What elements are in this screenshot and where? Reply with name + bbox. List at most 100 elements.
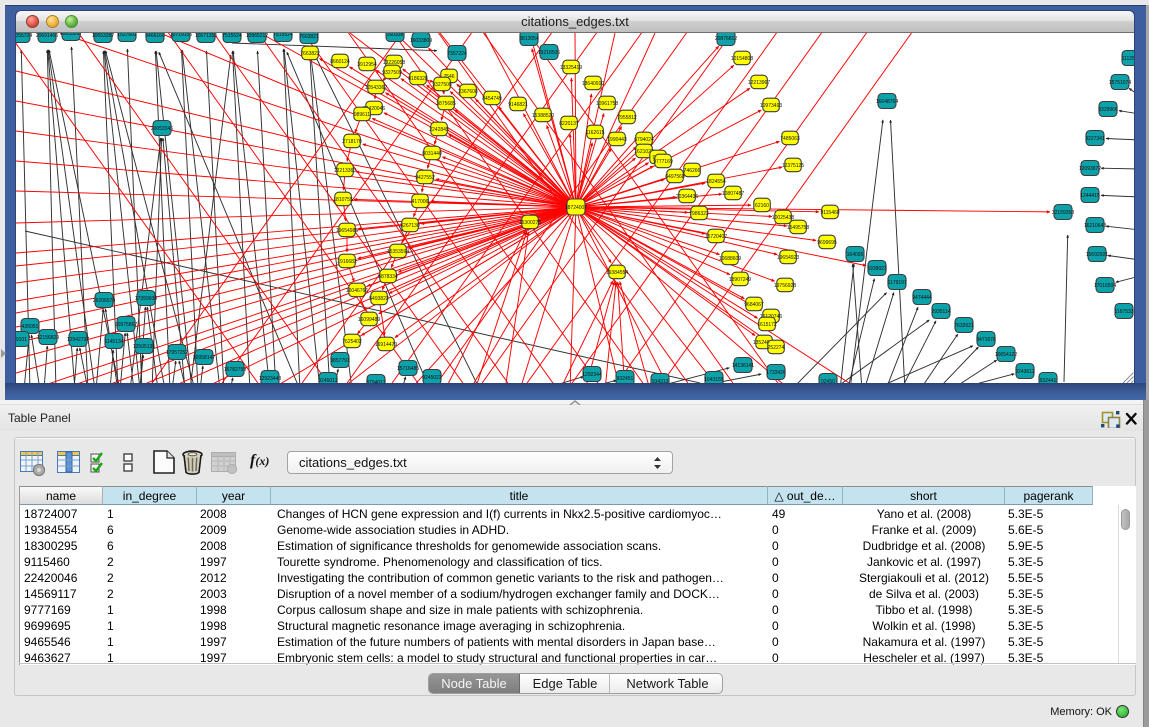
svg-text:3912954: 3912954 [357,62,377,68]
svg-text:12923448: 12923448 [259,376,281,382]
svg-text:6794024: 6794024 [634,137,654,143]
svg-text:9146821: 9146821 [508,102,528,108]
svg-text:9245012: 9245012 [318,378,338,383]
svg-text:62160: 62160 [755,203,769,209]
svg-text:9857791: 9857791 [330,358,350,364]
svg-text:10688609: 10688609 [719,256,741,262]
svg-text:9684067: 9684067 [744,302,764,308]
svg-text:12375125: 12375125 [782,163,804,169]
svg-text:435051: 435051 [22,324,39,330]
svg-text:2718170: 2718170 [342,139,362,145]
svg-text:10807487: 10807487 [722,191,744,197]
svg-text:8660124: 8660124 [330,59,350,65]
svg-text:10961758: 10961758 [596,101,618,107]
svg-text:10654122: 10654122 [995,352,1017,358]
svg-text:160338: 160338 [387,33,404,38]
svg-text:1244415: 1244415 [1080,193,1100,199]
svg-text:10653267: 10653267 [60,33,82,37]
svg-text:17359938: 17359938 [135,296,157,302]
svg-text:19654923: 19654923 [777,255,799,261]
svg-text:18724007: 18724007 [565,205,587,211]
svg-text:18640910: 18640910 [582,81,604,87]
svg-text:104313: 104313 [652,379,669,383]
svg-text:16648764: 16648764 [876,99,898,105]
svg-text:9474444: 9474444 [912,295,932,301]
svg-text:10958147: 10958147 [193,355,215,361]
svg-text:15692921: 15692921 [1086,252,1108,258]
svg-text:7515524: 7515524 [273,33,293,38]
svg-text:10671355: 10671355 [195,33,217,39]
svg-text:14136141: 14136141 [732,363,754,369]
svg-text:1615172: 1615172 [757,322,777,328]
svg-text:13325419: 13325419 [560,65,582,71]
svg-text:1162615: 1162615 [585,130,604,136]
svg-text:3875685: 3875685 [436,101,456,107]
svg-text:3267130: 3267130 [400,223,420,229]
svg-text:7357224: 7357224 [447,51,467,57]
svg-text:12505135: 12505135 [133,344,155,350]
svg-text:10154808: 10154808 [731,56,753,62]
svg-text:2935114: 2935114 [931,309,950,315]
svg-text:19218506: 19218506 [538,50,560,56]
svg-text:7986322: 7986322 [689,211,709,217]
svg-text:6497568: 6497568 [665,174,685,180]
svg-text:1167533: 1167533 [1114,309,1133,315]
svg-text:9699695: 9699695 [817,240,837,246]
svg-text:12213363: 12213363 [334,168,356,174]
svg-text:2367608: 2367608 [458,89,478,95]
svg-text:10543362: 10543362 [365,85,387,91]
svg-text:7632621: 7632621 [954,323,974,329]
svg-text:26206570: 26206570 [93,298,115,304]
svg-text:19384554: 19384554 [606,270,628,276]
svg-text:5938923: 5938923 [867,266,887,272]
svg-text:7625402: 7625402 [342,339,362,345]
svg-text:16099489: 16099489 [358,317,380,323]
svg-text:10653287: 10653287 [92,33,114,39]
svg-text:417006: 417006 [412,199,429,205]
svg-text:19756928: 19756928 [774,283,796,289]
svg-text:1916682: 1916682 [337,259,357,265]
svg-text:20053346: 20053346 [151,126,173,132]
svg-text:16046766: 16046766 [346,288,368,294]
svg-text:12093872: 12093872 [1079,166,1101,172]
svg-text:9327509: 9327509 [382,70,402,76]
svg-text:1990443: 1990443 [607,137,627,143]
svg-text:92450: 92450 [821,379,835,383]
svg-text:9427552: 9427552 [415,175,435,181]
svg-text:7663821: 7663821 [299,34,319,40]
svg-text:932441: 932441 [1040,378,1057,383]
svg-text:6466160: 6466160 [145,33,165,39]
svg-text:9245022: 9245022 [422,375,442,381]
svg-text:15300275: 15300275 [519,220,541,226]
svg-text:8471676: 8471676 [976,337,996,343]
svg-text:10965212: 10965212 [246,33,268,39]
svg-text:746266: 746266 [684,168,701,174]
svg-text:1112549: 1112549 [1122,56,1134,62]
svg-text:16210643: 16210643 [1084,223,1106,229]
svg-text:17016504: 17016504 [1094,283,1116,289]
svg-text:7485063: 7485063 [780,136,800,142]
svg-text:10025438: 10025438 [772,215,794,221]
svg-text:1043155: 1043155 [704,377,724,383]
svg-text:1733426: 1733426 [766,370,786,376]
svg-text:9115460: 9115460 [820,210,839,216]
svg-text:1292344: 1292344 [582,372,602,378]
svg-text:15751074: 15751074 [1109,80,1131,86]
svg-text:39101: 39101 [16,337,27,343]
svg-text:164095: 164095 [847,252,864,258]
svg-text:12942737: 12942737 [67,337,89,343]
svg-text:5493822: 5493822 [369,296,389,302]
svg-text:9329966: 9329966 [1098,107,1118,113]
svg-text:6179197: 6179197 [887,280,907,286]
svg-text:15388520: 15388520 [532,113,554,119]
svg-text:20691406: 20691406 [36,33,58,39]
svg-text:5878334: 5878334 [378,274,398,280]
svg-text:1810755: 1810755 [333,197,353,203]
svg-text:20876812: 20876812 [715,36,737,42]
svg-text:7663822: 7663822 [300,51,320,57]
svg-text:15716485: 15716485 [397,366,419,372]
svg-text:17957252: 17957252 [166,350,188,356]
svg-text:8454749: 8454749 [482,96,502,102]
svg-text:10973493: 10973493 [760,103,782,109]
svg-text:989611: 989611 [354,112,371,118]
